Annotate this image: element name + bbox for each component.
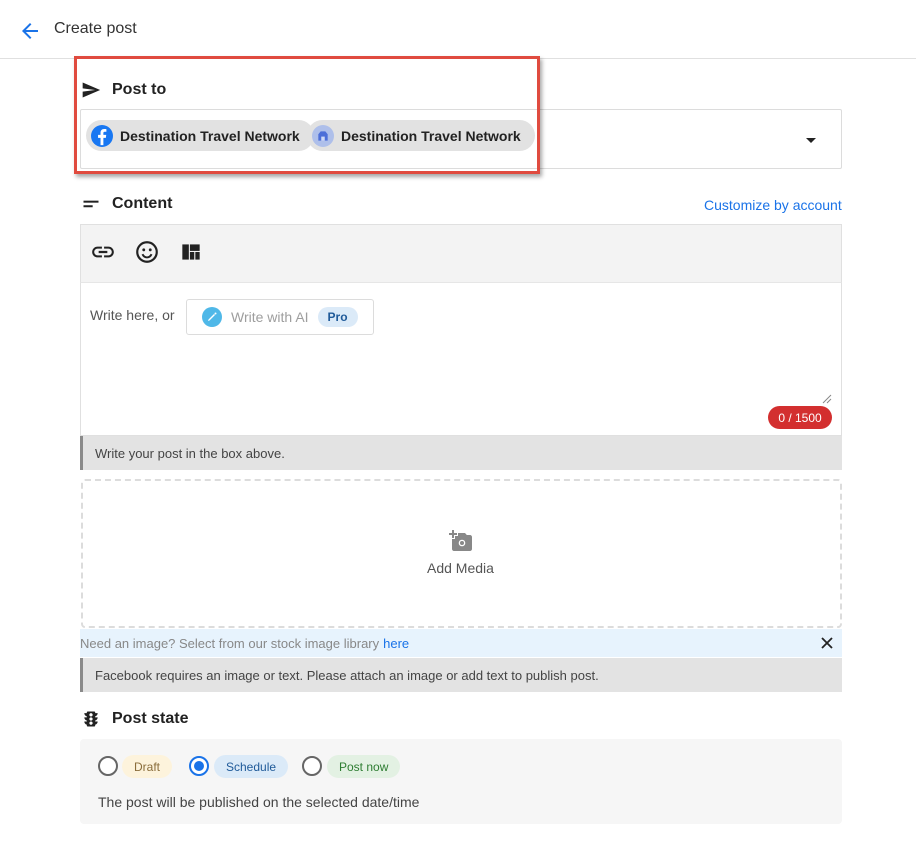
google-business-icon xyxy=(312,124,334,147)
character-counter: 0 / 1500 xyxy=(768,406,832,429)
arrow-left-icon[interactable] xyxy=(18,19,42,43)
page-title: Create post xyxy=(54,20,137,37)
post-now-option[interactable]: Post now xyxy=(327,755,401,778)
facebook-icon xyxy=(91,124,113,147)
post-to-label: Post to xyxy=(112,81,167,98)
link-icon[interactable] xyxy=(90,239,116,265)
resize-handle-icon[interactable] xyxy=(822,394,832,404)
account-chip-label: Destination Travel Network xyxy=(341,127,521,144)
editor-toolbar xyxy=(80,224,842,282)
short-text-icon xyxy=(83,200,99,208)
schedule-radio[interactable] xyxy=(189,756,209,776)
add-media-label: Add Media xyxy=(427,560,494,576)
post-state-label: Post state xyxy=(112,710,189,727)
send-icon xyxy=(82,82,101,98)
account-chip-label: Destination Travel Network xyxy=(120,127,300,144)
layout-icon[interactable] xyxy=(178,239,204,265)
close-icon[interactable] xyxy=(820,636,834,650)
post-state-panel xyxy=(80,739,842,824)
add-photo-icon xyxy=(449,530,472,551)
write-with-ai-button[interactable]: Write with AI Pro xyxy=(186,299,374,335)
draft-option[interactable]: Draft xyxy=(122,755,173,778)
top-bar: Create post xyxy=(0,0,916,59)
stock-image-banner: Need an image? Select from our stock ima… xyxy=(80,629,842,657)
customize-by-account-link[interactable]: Customize by account xyxy=(704,197,842,213)
magic-pen-icon xyxy=(202,307,222,327)
write-with-ai-label: Write with AI xyxy=(231,309,309,325)
content-heading: Content xyxy=(80,194,172,214)
account-chip-facebook[interactable]: Destination Travel Network xyxy=(86,120,314,151)
post-state-heading: Post state xyxy=(80,709,188,729)
chevron-down-icon[interactable] xyxy=(806,138,816,143)
post-now-radio[interactable] xyxy=(302,756,322,776)
content-label: Content xyxy=(112,195,173,212)
content-notice: Write your post in the box above. xyxy=(80,436,842,470)
post-to-heading: Post to xyxy=(80,80,166,100)
account-chip-google-business[interactable]: Destination Travel Network xyxy=(307,120,535,151)
traffic-light-icon xyxy=(84,711,98,727)
schedule-option[interactable]: Schedule xyxy=(214,755,289,778)
add-media-dropzone[interactable] xyxy=(81,479,842,628)
stock-image-text: Need an image? Select from our stock ima… xyxy=(80,635,380,651)
pro-badge: Pro xyxy=(317,307,358,327)
stock-image-link[interactable]: here xyxy=(383,636,409,651)
facebook-requirement-notice: Facebook requires an image or text. Plea… xyxy=(80,658,842,692)
emoji-icon[interactable] xyxy=(134,239,160,265)
post-state-description: The post will be published on the select… xyxy=(98,794,420,810)
draft-radio[interactable] xyxy=(98,756,118,776)
editor-placeholder: Write here, or xyxy=(90,307,175,323)
